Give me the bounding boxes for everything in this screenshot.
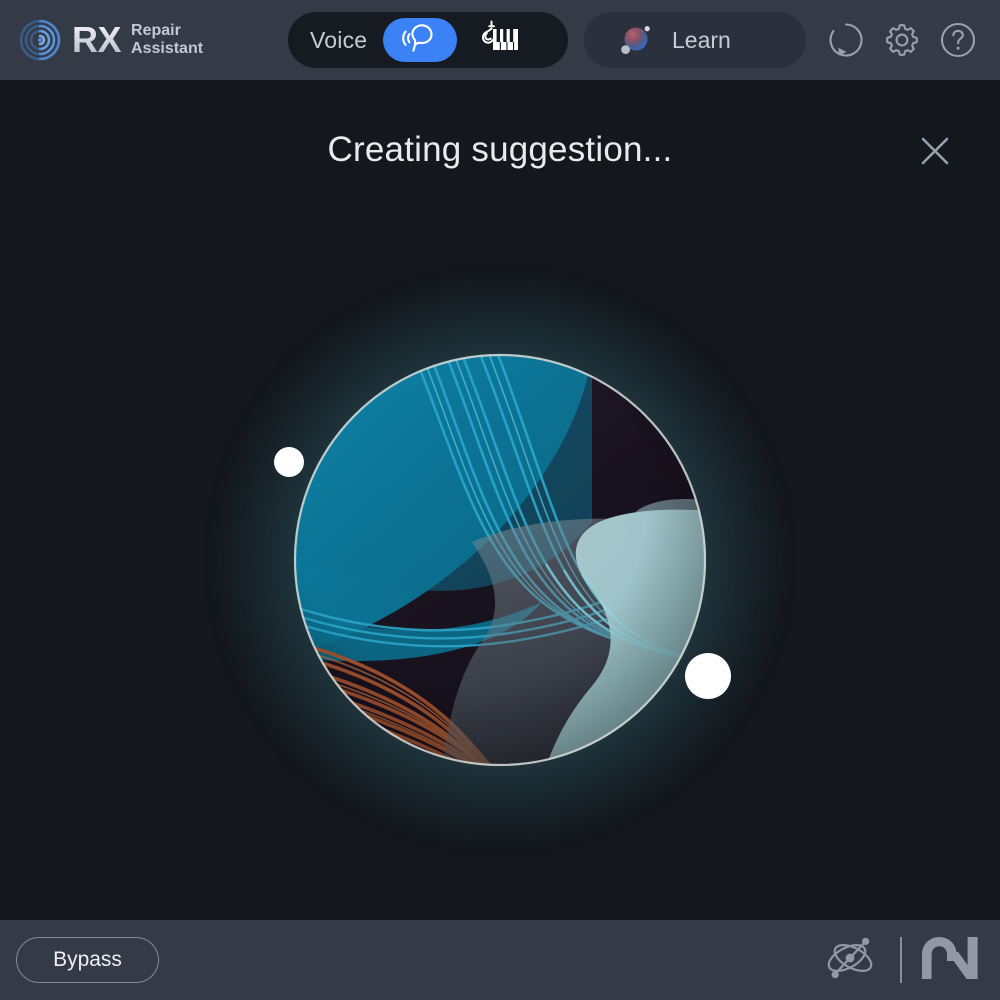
main-panel: Creating suggestion... — [0, 80, 1000, 920]
orb-dot-left — [274, 447, 304, 477]
learn-button[interactable]: Learn — [584, 12, 806, 68]
bottom-bar: Bypass — [0, 920, 1000, 1000]
mode-option-music[interactable] — [477, 18, 523, 62]
close-icon[interactable] — [912, 128, 958, 174]
brand-subtitle-line1: Repair — [131, 22, 181, 40]
visualizer-stage — [220, 280, 780, 840]
bypass-button[interactable]: Bypass — [16, 937, 159, 983]
learn-orb-icon — [614, 20, 654, 60]
help-question-icon[interactable] — [934, 16, 982, 64]
mode-toggle-label: Voice — [310, 26, 368, 53]
brand-title: RX — [72, 19, 122, 60]
plugin-window: RX Repair Assistant Voice Learn Creating… — [0, 0, 1000, 1000]
footer-divider — [900, 937, 902, 983]
izotope-logo — [820, 930, 882, 991]
suggestion-orb — [292, 352, 708, 768]
guitar-piano-icon — [479, 18, 521, 63]
learn-button-label: Learn — [672, 26, 731, 53]
gear-icon[interactable] — [878, 16, 926, 64]
native-instruments-logo — [920, 935, 980, 986]
brand-subtitle-line2: Assistant — [131, 40, 204, 57]
orb-dot-right — [685, 653, 731, 699]
speaking-head-icon — [401, 22, 439, 59]
mode-toggle-group[interactable]: Voice — [288, 12, 568, 68]
process-circle-arrow-icon[interactable] — [822, 16, 870, 64]
footer-logo-group — [820, 920, 980, 1000]
top-bar-icon-group — [822, 16, 982, 64]
brand-logo: RX Repair Assistant — [16, 16, 203, 64]
rx-concentric-waves-icon — [16, 16, 64, 64]
top-bar: RX Repair Assistant Voice Learn — [0, 0, 1000, 80]
page-title: Creating suggestion... — [327, 130, 673, 169]
brand-subtitle: Repair Assistant — [131, 22, 203, 58]
mode-option-voice[interactable] — [383, 18, 458, 62]
